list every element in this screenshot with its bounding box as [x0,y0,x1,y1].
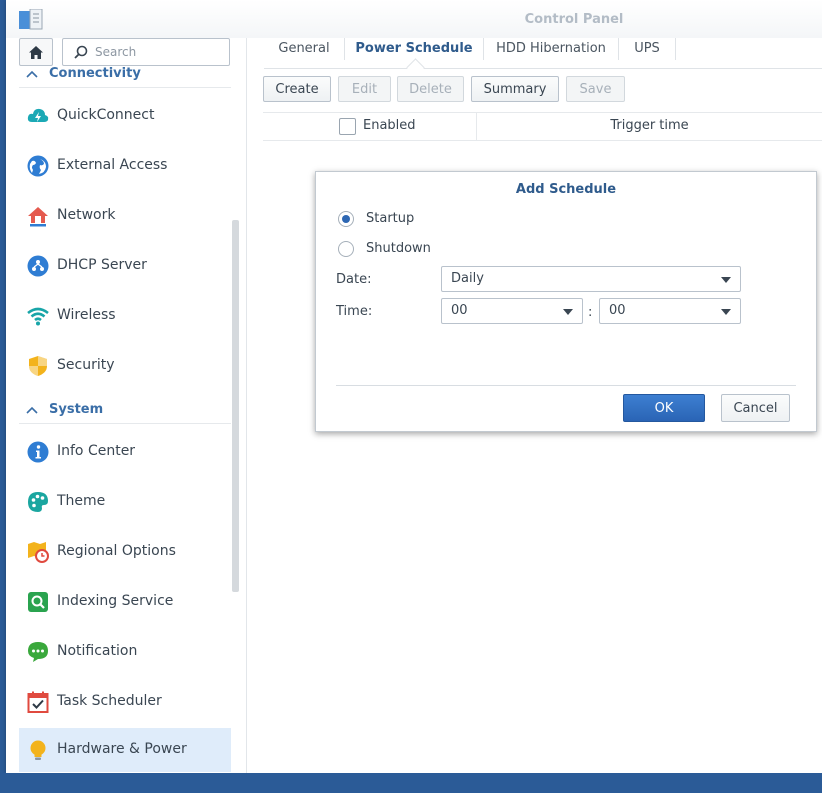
desktop-background [0,773,822,793]
tab-ups[interactable]: UPS [619,38,675,66]
chevron-down-icon [563,309,573,315]
section-label: Connectivity [49,66,141,81]
sidebar-item-info-center[interactable]: Info Center [19,430,231,474]
column-enabled[interactable]: Enabled [363,118,416,133]
chevron-up-icon [26,406,38,414]
section-connectivity[interactable]: Connectivity [19,65,231,88]
sidebar-item-label: Task Scheduler [57,693,162,709]
dhcp-icon [27,255,49,277]
sidebar-item-label: Wireless [57,307,116,323]
lightbulb-icon [30,740,46,760]
sidebar-item-label: External Access [57,157,168,173]
sidebar-item-hardware-power[interactable]: Hardware & Power [19,728,231,772]
sidebar-item-theme[interactable]: Theme [19,480,231,524]
tab-separator [675,38,676,60]
sidebar-item-label: Network [57,207,116,223]
sidebar-item-label: Indexing Service [57,593,174,609]
sidebar-scrollbar[interactable] [232,220,239,592]
search-field[interactable] [62,38,230,66]
title-bar[interactable]: Control Panel [6,0,822,38]
sidebar-item-label: Info Center [57,443,136,459]
sidebar-item-dhcp-server[interactable]: DHCP Server [19,244,231,288]
search-icon [74,45,88,59]
info-icon [27,441,49,463]
palette-icon [28,492,48,512]
quickconnect-icon [27,108,49,122]
control-panel-window: Control Panel Connectivity [6,0,822,773]
chevron-up-icon [26,70,38,78]
date-label: Date: [336,272,372,287]
tab-hdd-hibernation[interactable]: HDD Hibernation [484,38,618,66]
home-icon [29,45,43,59]
minute-select-value: 00 [609,303,626,318]
hour-select-value: 00 [451,303,468,318]
sidebar-item-notification[interactable]: Notification [19,630,231,674]
section-label: System [49,402,104,417]
sidebar-item-indexing-service[interactable]: Indexing Service [19,580,231,624]
select-all-checkbox[interactable] [339,118,356,135]
column-trigger-time[interactable]: Trigger time [477,118,822,133]
chat-bubble-icon [28,642,48,662]
cancel-button[interactable]: Cancel [721,394,790,422]
sidebar-item-label: Theme [57,493,106,509]
shutdown-radio-label[interactable]: Shutdown [366,241,431,256]
indexing-search-icon [28,592,48,612]
save-button[interactable]: Save [566,76,625,102]
shutdown-radio[interactable] [338,241,354,257]
startup-radio[interactable] [338,211,354,227]
sidebar-item-security[interactable]: Security [19,344,231,388]
wifi-icon [27,307,49,326]
time-separator: : [588,305,593,320]
search-input[interactable] [93,42,227,62]
calendar-check-icon [27,691,49,713]
sidebar-item-quickconnect[interactable]: QuickConnect [19,94,231,138]
sidebar-item-label: Security [57,357,115,373]
globe-icon [27,155,49,177]
sidebar-item-label: DHCP Server [57,257,147,273]
sidebar-item-wireless[interactable]: Wireless [19,294,231,338]
sidebar-item-external-access[interactable]: External Access [19,144,231,188]
sidebar-item-label: Regional Options [57,543,176,559]
sidebar-item-label: QuickConnect [57,107,155,123]
shield-icon [29,356,47,376]
schedule-grid-header: Enabled Trigger time [263,112,822,141]
chevron-down-icon [721,277,731,283]
startup-radio-label[interactable]: Startup [366,211,414,226]
dialog-title: Add Schedule [515,182,617,197]
sidebar-item-label: Notification [57,643,138,659]
section-system[interactable]: System [19,401,231,424]
home-button[interactable] [19,38,53,66]
summary-button[interactable]: Summary [471,76,559,102]
edit-button[interactable]: Edit [338,76,391,102]
hour-select[interactable]: 00 [441,298,583,324]
sidebar: Connectivity QuickConnect External Acces… [6,38,247,773]
add-schedule-dialog: Add Schedule Startup Shutdown Date: Dail… [315,171,817,432]
minute-select[interactable]: 00 [599,298,741,324]
sidebar-item-regional-options[interactable]: Regional Options [19,530,231,574]
window-title: Control Panel [524,12,624,27]
time-label: Time: [336,304,373,319]
sidebar-item-label: Hardware & Power [57,741,187,757]
ok-button[interactable]: OK [623,394,705,422]
chevron-down-icon [721,309,731,315]
create-button[interactable]: Create [263,76,331,102]
dialog-divider [336,385,796,386]
date-select-value: Daily [451,271,484,286]
sidebar-item-network[interactable]: Network [19,194,231,238]
date-select[interactable]: Daily [441,266,741,292]
regional-clock-icon [28,542,49,563]
network-home-icon [28,207,48,227]
tab-bar: General Power Schedule HDD Hibernation U… [264,38,822,77]
sidebar-item-task-scheduler[interactable]: Task Scheduler [19,680,231,724]
delete-button[interactable]: Delete [397,76,464,102]
tab-general[interactable]: General [264,38,344,66]
